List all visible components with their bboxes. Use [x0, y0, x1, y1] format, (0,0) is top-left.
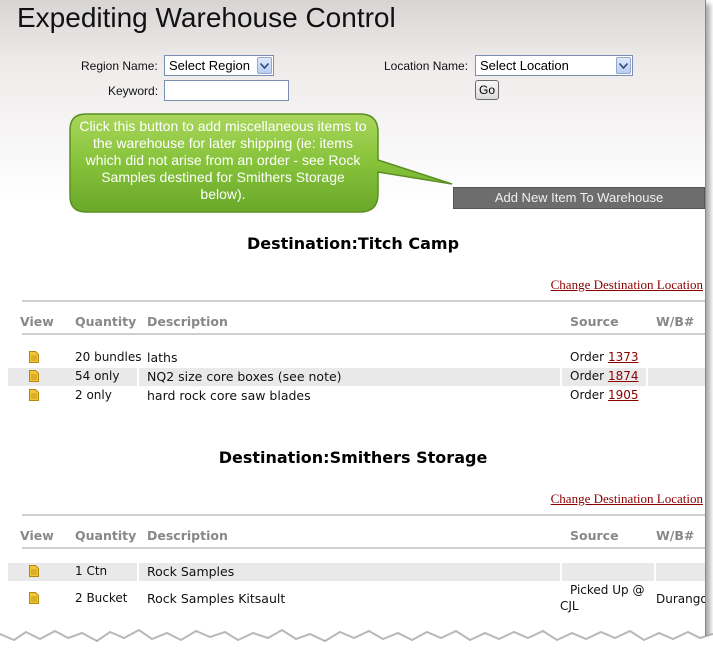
document-icon[interactable] — [29, 370, 39, 382]
destination-title: Destination:Smithers Storage — [218, 448, 488, 467]
col-header-wb: W/B# — [656, 528, 695, 543]
col-header-view: View — [20, 528, 54, 543]
description-cell: hard rock core saw blades — [147, 388, 311, 403]
source-prefix: Order — [570, 350, 605, 364]
keyword-label: Keyword: — [108, 84, 159, 98]
source-cell: Order 1373 — [570, 350, 638, 364]
callout-text: Click this button to add miscellaneous i… — [79, 118, 367, 202]
torn-edge-decoration — [0, 628, 713, 658]
region-label: Region Name: — [81, 59, 158, 73]
quantity-cell: 20 bundles — [75, 350, 142, 364]
order-link[interactable]: 1874 — [608, 369, 639, 383]
document-icon[interactable] — [29, 389, 39, 401]
col-header-source: Source — [570, 528, 619, 543]
source-cell: Order 1874 — [570, 369, 638, 383]
chevron-down-icon[interactable] — [616, 57, 631, 74]
change-destination-link[interactable]: Change Destination Location — [551, 491, 703, 507]
go-button[interactable]: Go — [475, 80, 499, 100]
warehouse-window: Expediting Warehouse Control Region Name… — [0, 0, 706, 640]
col-header-description: Description — [147, 314, 228, 329]
col-header-view: View — [20, 314, 54, 329]
quantity-cell: 2 Bucket — [75, 591, 128, 605]
col-header-description: Description — [147, 528, 228, 543]
order-link[interactable]: 1905 — [608, 388, 639, 402]
quantity-cell: 2 only — [75, 388, 112, 402]
document-icon[interactable] — [29, 565, 39, 577]
source-line1: Picked Up @ — [570, 583, 645, 597]
description-cell: Rock Samples — [147, 564, 235, 579]
table-row: 2 Bucket Rock Samples Kitsault Picked Up… — [8, 582, 705, 616]
page-title: Expediting Warehouse Control — [17, 2, 396, 33]
document-icon[interactable] — [29, 592, 39, 604]
keyword-input[interactable] — [164, 80, 289, 101]
quantity-cell: 54 only — [75, 369, 120, 383]
table-row: 54 only NQ2 size core boxes (see note) O… — [8, 368, 705, 386]
table-row: 2 only hard rock core saw blades Order 1… — [8, 387, 705, 405]
description-cell: NQ2 size core boxes (see note) — [147, 369, 342, 384]
location-label: Location Name: — [384, 59, 469, 73]
location-select-value: Select Location — [480, 58, 569, 73]
quantity-cell: 1 Ctn — [75, 564, 108, 578]
location-select[interactable]: Select Location — [475, 55, 633, 76]
col-header-wb: W/B# — [656, 314, 695, 329]
add-new-item-button[interactable]: Add New Item To Warehouse — [453, 187, 705, 209]
description-cell: laths — [147, 350, 178, 365]
col-header-quantity: Quantity — [75, 528, 137, 543]
col-header-source: Source — [570, 314, 619, 329]
col-header-quantity: Quantity — [75, 314, 137, 329]
document-icon[interactable] — [29, 351, 39, 363]
region-select-value: Select Region — [169, 58, 250, 73]
divider — [22, 333, 705, 335]
divider — [22, 300, 705, 302]
help-callout: Click this button to add miscellaneous i… — [68, 112, 458, 216]
chevron-down-icon[interactable] — [257, 57, 272, 74]
table-row: 20 bundles laths Order 1373 — [8, 349, 705, 367]
source-prefix: Order — [570, 388, 605, 402]
description-cell: Rock Samples Kitsault — [147, 591, 286, 606]
destination-title: Destination:Titch Camp — [246, 234, 460, 253]
source-line2: CJL — [560, 599, 579, 613]
change-destination-link[interactable]: Change Destination Location — [551, 277, 703, 293]
divider — [22, 547, 705, 549]
divider — [22, 514, 705, 516]
table-row: 1 Ctn Rock Samples — [8, 563, 705, 581]
wb-cell: Durango — [656, 592, 706, 606]
source-cell: Order 1905 — [570, 388, 638, 402]
source-prefix: Order — [570, 369, 605, 383]
order-link[interactable]: 1373 — [608, 350, 639, 364]
region-select[interactable]: Select Region — [164, 55, 274, 76]
